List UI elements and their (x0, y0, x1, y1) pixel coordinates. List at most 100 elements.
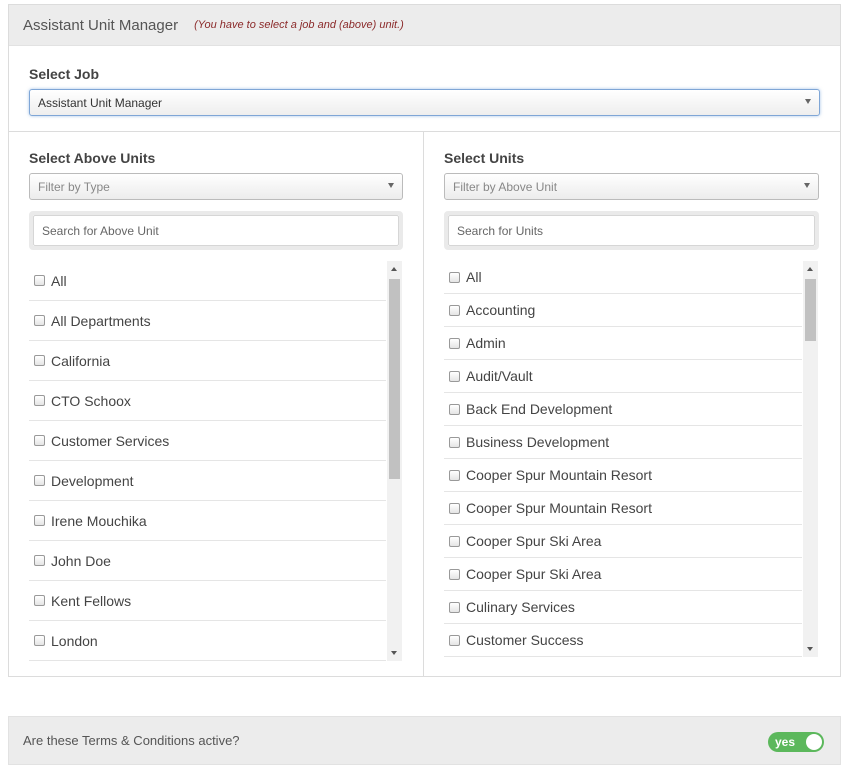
toggle-knob (806, 734, 822, 750)
job-select-value: Assistant Unit Manager (38, 96, 163, 110)
chevron-down-icon (805, 99, 811, 104)
list-item[interactable]: Irene Mouchika (29, 501, 386, 541)
list-item[interactable]: Cooper Spur Mountain Resort (444, 459, 802, 492)
list-item-label: Accounting (466, 302, 536, 318)
list-item-label: London (51, 632, 98, 649)
panel-title: Assistant Unit Manager (23, 16, 179, 34)
list-item-label: Kent Fellows (51, 592, 132, 609)
list-item[interactable]: Culinary Services (444, 591, 802, 624)
unit-search-wrap (444, 211, 819, 250)
list-item[interactable]: Kent Fellows (29, 581, 386, 621)
list-item[interactable]: Cooper Spur Mountain Resort (444, 492, 802, 525)
list-item-label: Irene Mouchika (51, 512, 147, 529)
above-unit-search-wrap (29, 211, 403, 250)
above-units-list: All All Departments California CTO Schoox Cu… (29, 261, 386, 661)
list-item-label: Culinary Services (466, 599, 575, 615)
list-item-label: All (51, 272, 67, 289)
select-job-label: Select Job (29, 66, 100, 82)
units-scrollbar[interactable] (803, 261, 818, 657)
list-item[interactable]: Development (29, 461, 386, 501)
job-select[interactable]: Assistant Unit Manager (29, 89, 820, 116)
filter-by-above-unit-select[interactable]: Filter by Above Unit (444, 173, 819, 200)
checkbox[interactable] (449, 304, 460, 316)
list-item-label: All (466, 269, 482, 285)
list-item-label: Customer Success (466, 632, 584, 648)
list-item[interactable]: Admin (444, 327, 802, 360)
toggle-label: yes (775, 735, 796, 749)
unit-search-input[interactable] (448, 215, 815, 246)
checkbox[interactable] (449, 568, 460, 580)
list-item-label: John Doe (51, 552, 111, 569)
list-item[interactable]: Back End Development (444, 393, 802, 426)
list-item-label: All Departments (51, 312, 151, 329)
list-item[interactable]: John Doe (29, 541, 386, 581)
checkbox[interactable] (449, 436, 460, 448)
list-item[interactable]: California (29, 341, 386, 381)
terms-active-toggle[interactable]: yes (768, 732, 824, 752)
list-item-label: Development (51, 472, 134, 489)
list-item[interactable]: CTO Schoox (29, 381, 386, 421)
list-item[interactable]: Customer Services (29, 421, 386, 461)
panel-note: (You have to select a job and (above) un… (194, 19, 404, 31)
list-item-label: Back End Development (466, 401, 613, 417)
list-item[interactable]: Cooper Spur Ski Area (444, 525, 802, 558)
job-section: Select Job Assistant Unit Manager (9, 47, 840, 132)
checkbox[interactable] (449, 337, 460, 349)
list-item-label: Cooper Spur Mountain Resort (466, 500, 652, 516)
checkbox[interactable] (449, 502, 460, 514)
checkbox[interactable] (34, 555, 45, 566)
list-item-label: Cooper Spur Mountain Resort (466, 467, 652, 483)
units-column: Select Units Filter by Above Unit All Acc… (424, 131, 840, 677)
list-item-label: Customer Services (51, 432, 170, 449)
checkbox[interactable] (34, 635, 45, 646)
filter-by-type-placeholder: Filter by Type (38, 180, 110, 194)
chevron-down-icon (804, 183, 810, 188)
list-item-label: Business Development (466, 434, 610, 450)
list-item[interactable]: All Departments (29, 301, 386, 341)
checkbox[interactable] (449, 403, 460, 415)
chevron-down-icon (388, 183, 394, 188)
checkbox[interactable] (34, 475, 45, 486)
scrollbar-thumb[interactable] (389, 279, 400, 479)
above-units-column: Select Above Units Filter by Type AllAll… (9, 131, 424, 677)
scroll-up-arrow-icon[interactable] (807, 267, 813, 271)
list-item-label: CTO Schoox (51, 392, 131, 409)
panel-header: Assistant Unit Manager (You have to sele… (9, 5, 840, 46)
checkbox[interactable] (34, 315, 45, 326)
checkbox[interactable] (34, 275, 45, 286)
checkbox[interactable] (34, 515, 45, 526)
checkbox[interactable] (34, 435, 45, 446)
list-item[interactable]: Accounting (444, 294, 802, 327)
filter-by-above-unit-placeholder: Filter by Above Unit (453, 180, 558, 194)
checkbox[interactable] (34, 355, 45, 366)
checkbox[interactable] (34, 595, 45, 606)
scroll-down-arrow-icon[interactable] (391, 651, 397, 655)
scroll-down-arrow-icon[interactable] (807, 647, 813, 651)
checkbox[interactable] (449, 271, 460, 283)
checkbox[interactable] (449, 469, 460, 481)
scroll-up-arrow-icon[interactable] (391, 267, 397, 271)
terms-question: Are these Terms & Conditions active? (23, 733, 240, 748)
checkbox[interactable] (34, 395, 45, 406)
list-item[interactable]: All (29, 261, 386, 301)
list-item-label: Cooper Spur Ski Area (466, 533, 602, 549)
list-item[interactable]: All (444, 261, 802, 294)
list-item[interactable]: London (29, 621, 386, 661)
terms-conditions-bar: Are these Terms & Conditions active? yes (8, 716, 841, 765)
above-units-scrollbar[interactable] (387, 261, 402, 661)
list-item-label: Audit/Vault (466, 368, 533, 384)
above-unit-search-input[interactable] (33, 215, 399, 246)
list-item-label: Admin (466, 335, 506, 351)
list-item-label: Cooper Spur Ski Area (466, 566, 602, 582)
list-item[interactable]: Cooper Spur Ski Area (444, 558, 802, 591)
filter-by-type-select[interactable]: Filter by Type (29, 173, 403, 200)
scrollbar-thumb[interactable] (805, 279, 816, 341)
list-item[interactable]: Customer Success (444, 624, 802, 657)
list-item[interactable]: Audit/Vault (444, 360, 802, 393)
list-item-label: California (51, 352, 111, 369)
checkbox[interactable] (449, 601, 460, 613)
checkbox[interactable] (449, 535, 460, 547)
checkbox[interactable] (449, 370, 460, 382)
list-item[interactable]: Business Development (444, 426, 802, 459)
checkbox[interactable] (449, 634, 460, 646)
